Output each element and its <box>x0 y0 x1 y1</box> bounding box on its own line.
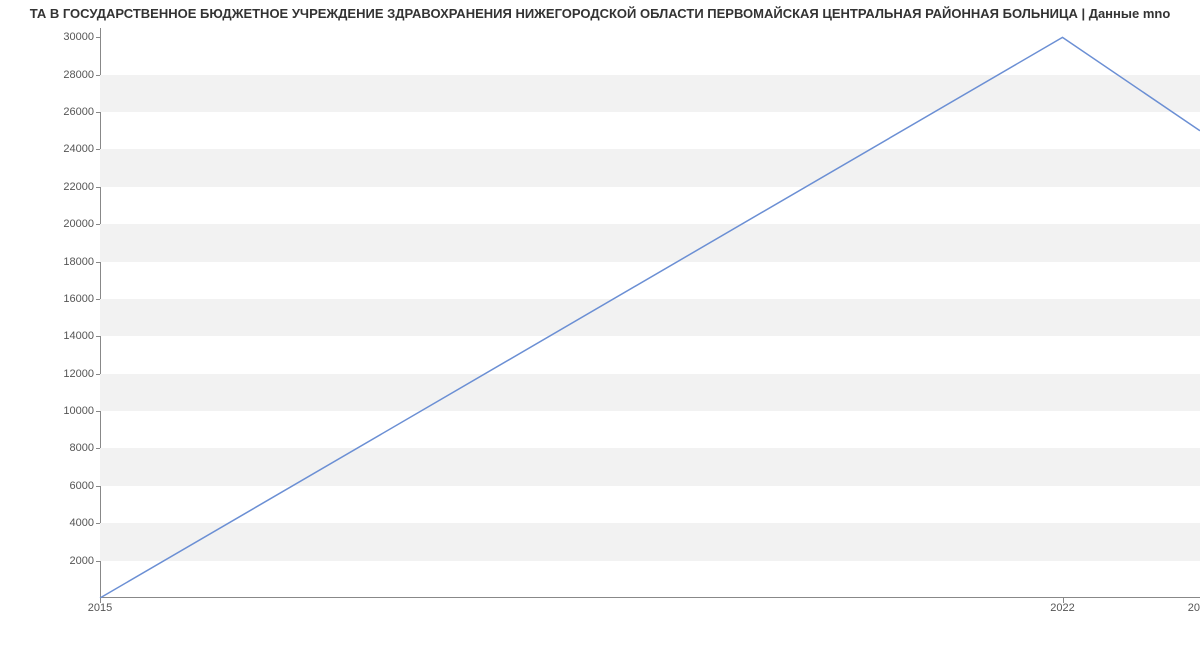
chart-title: ТА В ГОСУДАРСТВЕННОЕ БЮДЖЕТНОЕ УЧРЕЖДЕНИ… <box>0 6 1200 21</box>
y-tick-label: 10000 <box>34 405 94 417</box>
y-tick-label: 6000 <box>34 480 94 492</box>
y-tick-label: 4000 <box>34 517 94 529</box>
x-tick-mark <box>1063 598 1064 603</box>
y-tick-mark <box>96 561 100 562</box>
y-tick-label: 14000 <box>34 330 94 342</box>
y-tick-label: 16000 <box>34 293 94 305</box>
y-tick-mark <box>96 374 100 375</box>
y-tick-label: 28000 <box>34 69 94 81</box>
y-tick-mark <box>96 262 100 263</box>
y-tick-label: 24000 <box>34 143 94 155</box>
y-tick-label: 12000 <box>34 368 94 380</box>
y-tick-mark <box>96 299 100 300</box>
y-tick-mark <box>96 448 100 449</box>
line-layer <box>100 28 1200 598</box>
y-tick-mark <box>96 187 100 188</box>
plot-area <box>100 28 1200 598</box>
y-tick-mark <box>96 411 100 412</box>
y-tick-label: 8000 <box>34 442 94 454</box>
y-tick-mark <box>96 224 100 225</box>
y-tick-label: 22000 <box>34 181 94 193</box>
y-tick-label: 18000 <box>34 256 94 268</box>
y-tick-mark <box>96 75 100 76</box>
y-tick-label: 2000 <box>34 555 94 567</box>
y-tick-mark <box>96 486 100 487</box>
x-tick-label: 2022 <box>1050 602 1074 614</box>
x-tick-label: 2015 <box>88 602 112 614</box>
chart-container: ТА В ГОСУДАРСТВЕННОЕ БЮДЖЕТНОЕ УЧРЕЖДЕНИ… <box>0 0 1200 650</box>
y-tick-label: 20000 <box>34 218 94 230</box>
series-line <box>100 37 1200 598</box>
y-tick-mark <box>96 37 100 38</box>
y-tick-mark <box>96 112 100 113</box>
y-tick-mark <box>96 336 100 337</box>
y-tick-label: 26000 <box>34 106 94 118</box>
x-tick-label: 2023 <box>1188 602 1200 614</box>
y-tick-mark <box>96 523 100 524</box>
x-tick-mark <box>100 598 101 603</box>
y-tick-label: 30000 <box>34 31 94 43</box>
y-tick-mark <box>96 149 100 150</box>
